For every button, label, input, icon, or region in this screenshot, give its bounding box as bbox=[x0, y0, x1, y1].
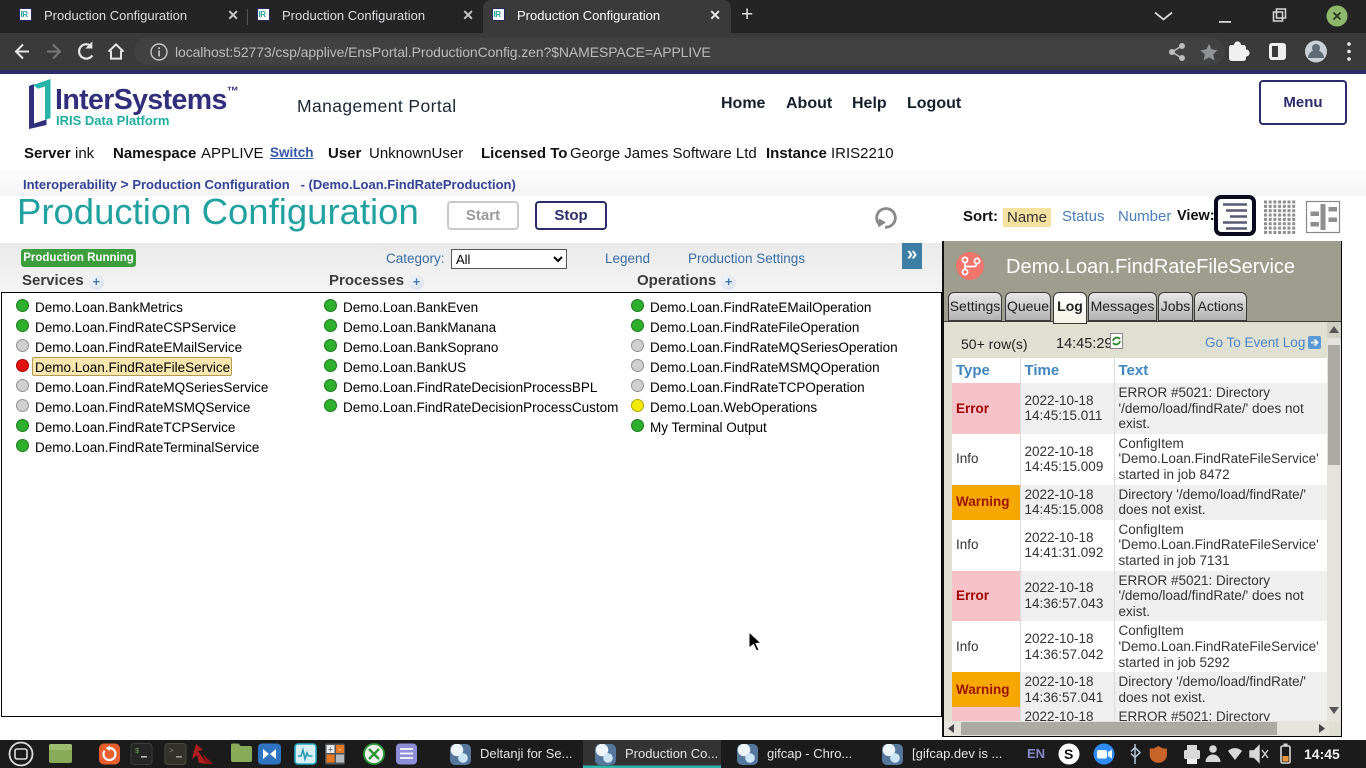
svg-text:S: S bbox=[1064, 746, 1073, 762]
svg-text:>: > bbox=[169, 747, 174, 756]
svg-text:+: + bbox=[328, 745, 333, 754]
svg-text:$: $ bbox=[135, 748, 139, 756]
svg-text:-: - bbox=[339, 745, 342, 754]
